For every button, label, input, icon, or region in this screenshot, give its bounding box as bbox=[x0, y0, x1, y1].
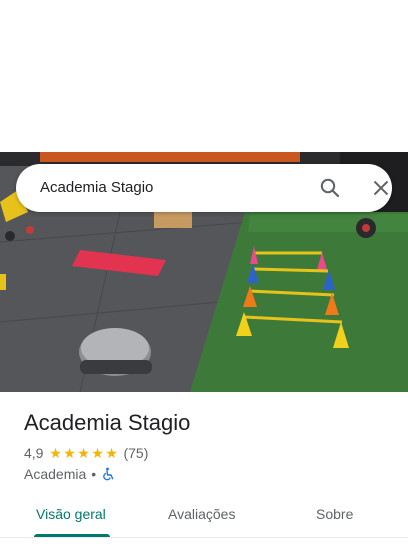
place-name: Academia Stagio bbox=[24, 410, 191, 435]
tab-reviews[interactable]: Avaliações bbox=[168, 504, 235, 524]
rating-value: 4,9 bbox=[24, 445, 44, 461]
place-sheet: Academia Stagio Academia Stagio 4,9 ★ ★ … bbox=[0, 0, 408, 544]
active-tab-indicator bbox=[34, 534, 110, 537]
star-icon: ★ bbox=[105, 445, 118, 461]
rating-row[interactable]: 4,9 ★ ★ ★ ★ ★ (75) bbox=[24, 444, 148, 462]
wheelchair-icon bbox=[101, 467, 115, 481]
review-count[interactable]: (75) bbox=[123, 445, 148, 461]
map-blank-area[interactable] bbox=[0, 0, 408, 152]
wheelchair-icon-glyph bbox=[103, 467, 114, 481]
search-icon-glyph bbox=[320, 178, 340, 198]
tab-overview[interactable]: Visão geral bbox=[36, 504, 106, 524]
star-rating: ★ ★ ★ ★ ★ bbox=[48, 446, 118, 460]
close-icon-glyph bbox=[373, 180, 389, 196]
search-query-text[interactable]: Academia Stagio bbox=[40, 178, 153, 198]
tab-about[interactable]: Sobre bbox=[316, 504, 353, 524]
category-row: Academia • bbox=[24, 465, 115, 483]
separator-dot: • bbox=[91, 466, 97, 482]
star-icon: ★ bbox=[91, 445, 104, 461]
star-icon: ★ bbox=[49, 445, 62, 461]
star-icon: ★ bbox=[63, 445, 76, 461]
star-icon: ★ bbox=[77, 445, 90, 461]
place-category: Academia bbox=[24, 466, 87, 482]
place-tabs: Visão geral Avaliações Sobre bbox=[0, 494, 408, 538]
close-icon[interactable] bbox=[369, 176, 393, 200]
search-icon[interactable] bbox=[318, 176, 342, 200]
search-bar[interactable]: Academia Stagio bbox=[16, 164, 392, 212]
